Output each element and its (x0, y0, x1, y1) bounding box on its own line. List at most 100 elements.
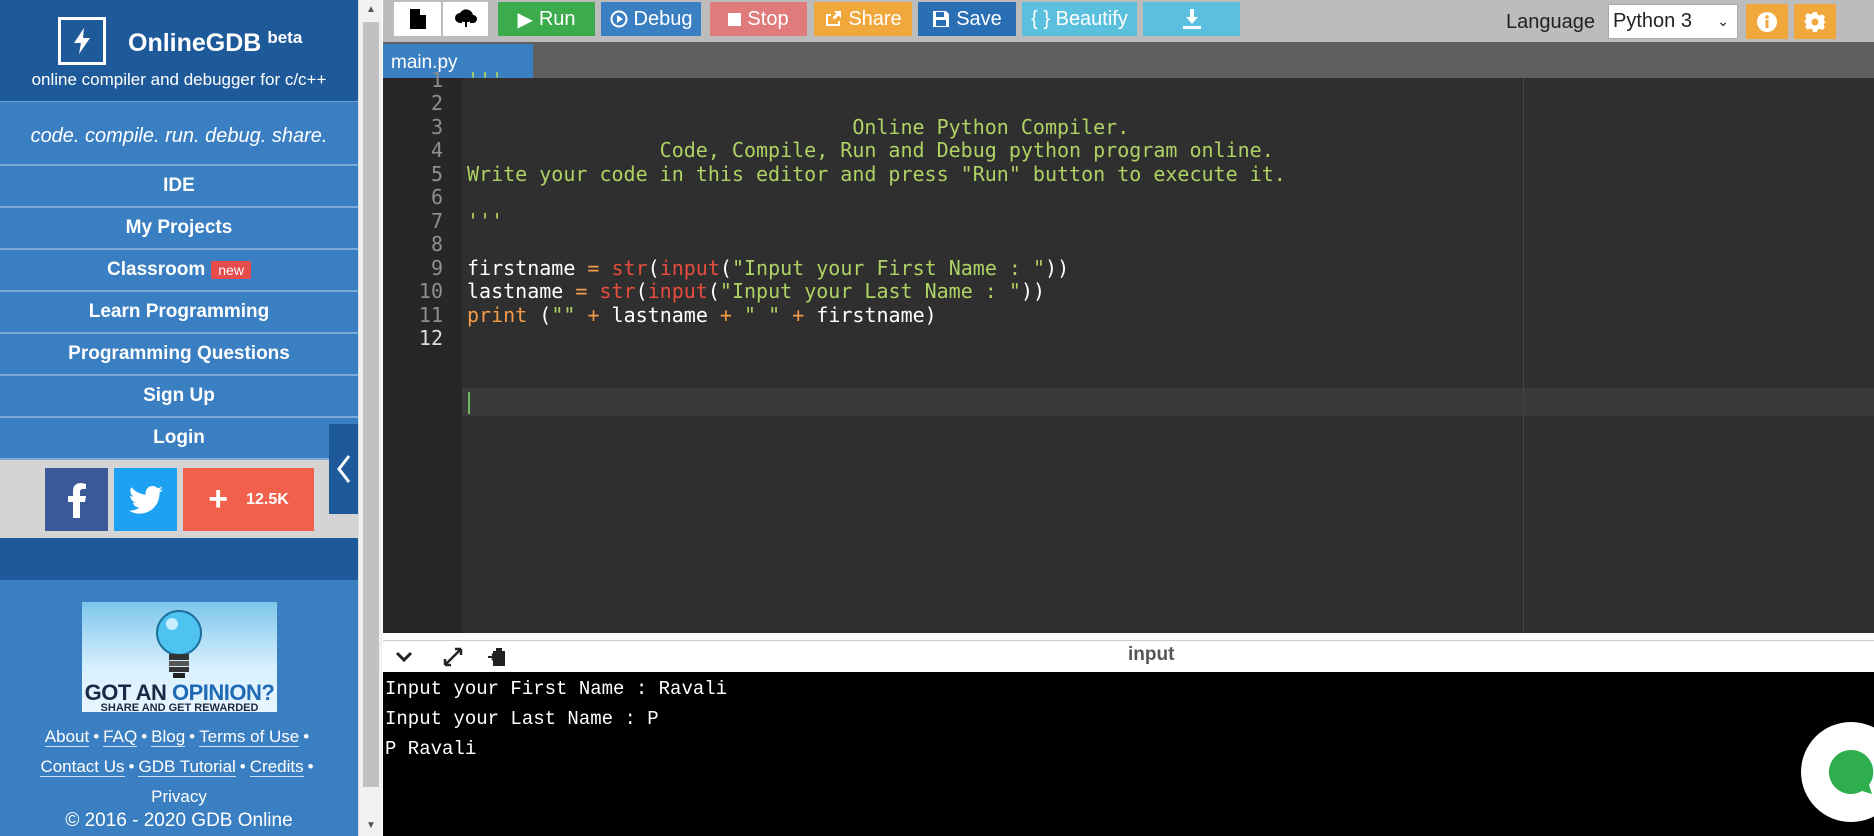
footer-credits-link[interactable]: Credits (249, 757, 304, 777)
footer-about-link[interactable]: About (44, 727, 90, 747)
line-number: 5 (430, 162, 443, 186)
console-line: P Ravali (385, 738, 477, 760)
nav-login[interactable]: Login (0, 418, 358, 460)
nav-learn-programming[interactable]: Learn Programming (0, 292, 358, 334)
language-select[interactable]: Python 3 ⌄ (1608, 4, 1738, 39)
share-plus-button[interactable]: +12.5K (183, 468, 314, 531)
info-icon (1757, 11, 1777, 32)
run-button[interactable]: ▶ Run (498, 2, 595, 36)
scrollbar-thumb[interactable] (363, 22, 379, 787)
code-line: ''' (467, 209, 504, 233)
nav-ide[interactable]: IDE (0, 166, 358, 208)
beta-label: beta (267, 28, 303, 47)
output-title: input (1128, 644, 1175, 665)
line-number: 12 (418, 326, 443, 350)
brand-name[interactable]: OnlineGDB beta (128, 28, 302, 58)
line-number: 10 (418, 279, 443, 303)
stop-icon (728, 12, 742, 26)
line-number: 9 (430, 256, 443, 280)
chat-bubble-icon (1828, 749, 1874, 794)
line-number: 4 (430, 138, 443, 162)
code-line: Online Python Compiler. (467, 115, 1130, 139)
line-number: 2 (430, 91, 443, 115)
console-line: Input your First Name : Ravali (385, 678, 728, 700)
settings-button[interactable] (1794, 4, 1836, 39)
code-line: print ("" + lastname + " " + firstname) (467, 303, 937, 327)
nav-sign-up[interactable]: Sign Up (0, 376, 358, 418)
upload-button[interactable] (443, 2, 488, 36)
code-editor[interactable]: 1 2 3 4 5 6 7 8 9 10 11 12 ''' Online Py… (383, 68, 1874, 633)
ad-subtext: SHARE AND GET REWARDED (100, 702, 259, 712)
download-button[interactable] (1143, 2, 1240, 36)
toolbar: ▶ Run Debug Stop Share Save { } Beautify … (383, 0, 1874, 42)
line-number: 3 (430, 115, 443, 139)
file-icon (409, 9, 426, 29)
chevron-down-icon: ⌄ (1717, 13, 1729, 29)
twitter-icon (128, 485, 163, 514)
facebook-icon (67, 482, 86, 518)
output-header: input (383, 640, 1874, 672)
twitter-button[interactable] (114, 468, 177, 531)
social-bar: +12.5K (0, 460, 358, 540)
info-button[interactable] (1746, 4, 1788, 39)
footer-blog-link[interactable]: Blog (151, 727, 186, 747)
save-button[interactable]: Save (918, 2, 1016, 36)
beautify-button[interactable]: { } Beautify (1022, 2, 1137, 36)
cloud-upload-icon (454, 9, 477, 27)
lightbulb-icon (156, 610, 202, 678)
line-number: 8 (430, 232, 443, 256)
text-cursor (468, 392, 470, 414)
new-file-button[interactable] (394, 2, 441, 36)
code-line: ''' (467, 68, 504, 92)
collapse-sidebar-button[interactable] (329, 424, 358, 514)
output-console[interactable]: Input your First Name : Ravali Input you… (383, 672, 1874, 836)
debug-button[interactable]: Debug (601, 2, 701, 36)
tagline: code. compile. run. debug. share. (0, 102, 358, 166)
chevron-down-icon[interactable] (395, 651, 413, 663)
share-button[interactable]: Share (814, 2, 912, 36)
code-line: firstname = str(input("Input your First … (467, 256, 1070, 280)
share-count: 12.5K (246, 490, 289, 508)
code-line: Write your code in this editor and press… (467, 162, 1286, 186)
gear-icon (1804, 11, 1826, 32)
footer-faq-link[interactable]: FAQ (103, 727, 138, 747)
footer-gdb-tutorial-link[interactable]: GDB Tutorial (138, 757, 236, 777)
clipboard-icon[interactable] (487, 647, 507, 667)
plus-icon: + (208, 480, 229, 518)
copyright: © 2016 - 2020 GDB Online (65, 810, 293, 831)
footer-terms-link[interactable]: Terms of Use (199, 727, 300, 747)
console-line: Input your Last Name : P (385, 708, 659, 730)
chevron-left-icon (336, 455, 350, 483)
scroll-up-icon[interactable]: ▲ (366, 4, 376, 15)
expand-icon[interactable] (443, 647, 463, 667)
stop-button[interactable]: Stop (710, 2, 807, 36)
debug-play-icon (610, 10, 628, 28)
nav-classroom[interactable]: Classroom new (0, 250, 358, 292)
page-scrollbar[interactable]: ▲ ▼ (358, 0, 382, 836)
line-number: 7 (430, 209, 443, 233)
brand-subtitle: online compiler and debugger for c/c++ (31, 70, 327, 89)
nav-programming-questions[interactable]: Programming Questions (0, 334, 358, 376)
download-icon (1182, 9, 1201, 29)
main-area: ▶ Run Debug Stop Share Save { } Beautify … (383, 0, 1874, 836)
share-icon (826, 11, 842, 26)
sidebar-divider-bar (0, 538, 358, 580)
code-line: Code, Compile, Run and Debug python prog… (467, 138, 1274, 162)
floppy-icon (933, 11, 950, 27)
nav-my-projects[interactable]: My Projects (0, 208, 358, 250)
footer-privacy-link[interactable]: Privacy (151, 787, 207, 806)
language-label: Language (1506, 11, 1595, 33)
ad-banner[interactable]: GOT AN OPINION? SHARE AND GET REWARDED (82, 602, 277, 712)
new-badge: new (211, 261, 251, 279)
scroll-down-icon[interactable]: ▼ (366, 820, 376, 831)
code-line: lastname = str(input("Input your Last Na… (467, 279, 1046, 303)
file-tab-bar: main.py (383, 42, 1874, 78)
sidebar: OnlineGDB beta online compiler and debugg… (0, 0, 358, 836)
footer-contact-link[interactable]: Contact Us (40, 757, 125, 777)
line-number: 6 (430, 185, 443, 209)
bolt-logo-icon[interactable] (58, 17, 106, 65)
line-number: 11 (418, 303, 443, 327)
nav-classroom-label: Classroom (107, 259, 206, 280)
line-number: 1 (430, 68, 443, 92)
facebook-button[interactable] (45, 468, 108, 531)
